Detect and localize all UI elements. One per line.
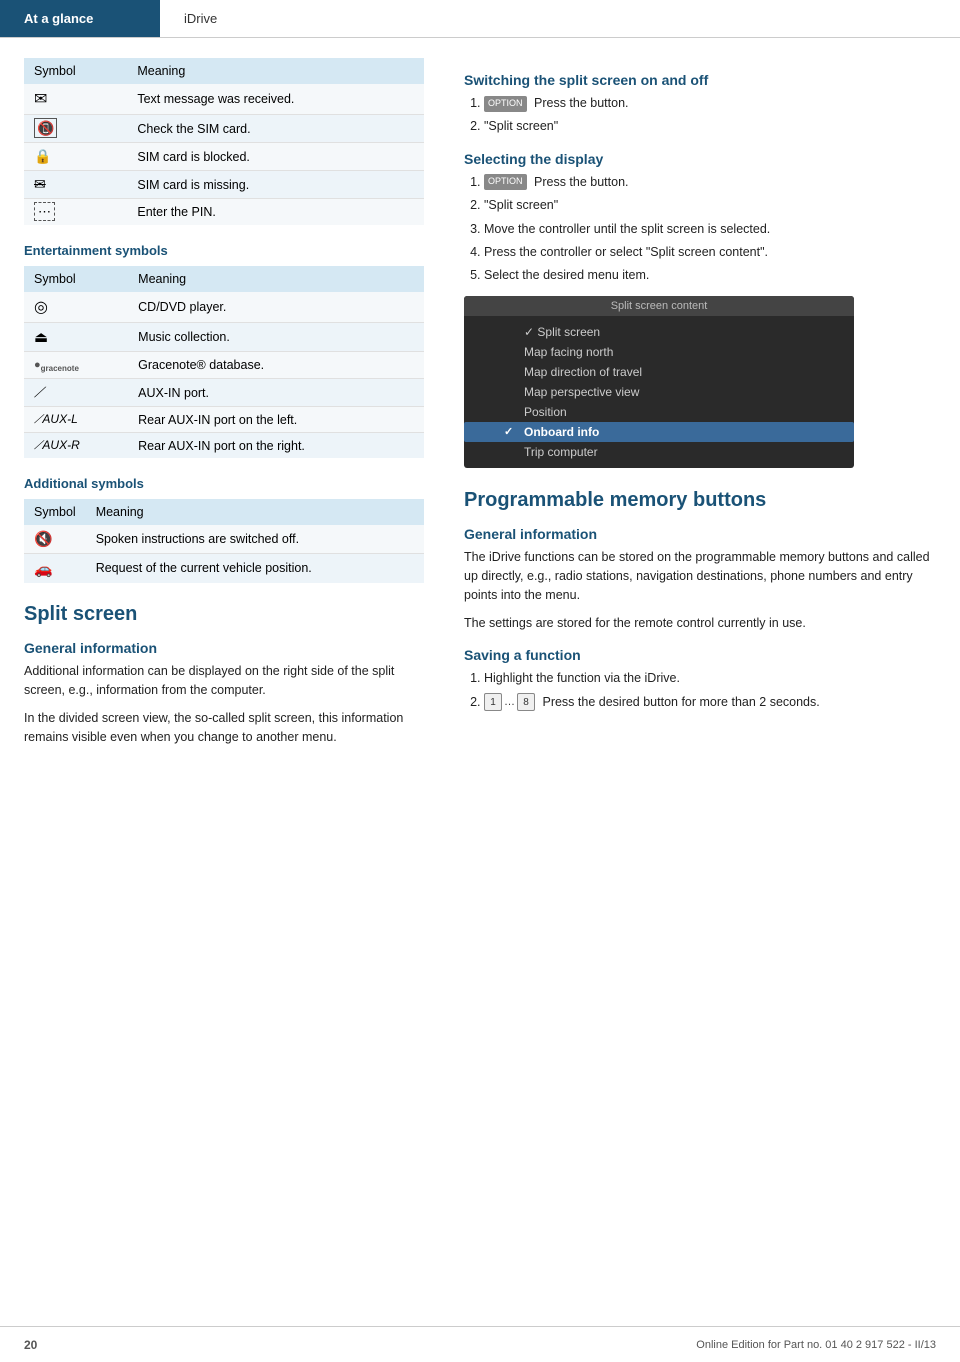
split-screen-heading: Split screen (24, 603, 424, 626)
table-row: ◎ CD/DVD player. (24, 292, 424, 323)
entertainment-symbols-heading: Entertainment symbols (24, 243, 424, 258)
split-screen-text1: Additional information can be displayed … (24, 662, 424, 701)
meaning-cell: Rear AUX-IN port on the right. (128, 433, 424, 459)
meaning-cell: Gracenote® database. (128, 352, 424, 379)
split-screen-menu-title: Split screen content (464, 296, 854, 316)
table-row: ⟋AUX-L Rear AUX-IN port on the left. (24, 407, 424, 433)
table-row: ⟋AUX-R Rear AUX-IN port on the right. (24, 433, 424, 459)
additional-symbols-heading: Additional symbols (24, 476, 424, 491)
menu-item-map-direction: Map direction of travel (464, 362, 854, 382)
switching-steps-list: OPTION Press the button. "Split screen" (464, 94, 936, 137)
memory-button-icon: 1 … 8 (484, 693, 535, 711)
meaning-cell: Request of the current vehicle position. (86, 554, 424, 583)
header-tab-idrive[interactable]: iDrive (160, 0, 241, 37)
table-row: ✉ SIM card is missing. (24, 171, 424, 199)
table-row: 🔒 SIM card is blocked. (24, 143, 424, 171)
symbol-cell: ⟋ (24, 379, 128, 407)
header-tab-at-a-glance[interactable]: At a glance (0, 0, 160, 37)
table-row: ✉ Text message was received. (24, 84, 424, 115)
table-row: 🚗 Request of the current vehicle positio… (24, 554, 424, 583)
table-row: ⋯ Enter the PIN. (24, 199, 424, 226)
menu-item-trip-computer: Trip computer (464, 442, 854, 462)
symbol-cell: ◎ (24, 292, 128, 323)
meaning-cell: CD/DVD player. (128, 292, 424, 323)
col-meaning: Meaning (86, 499, 424, 525)
meaning-cell: Check the SIM card. (127, 115, 424, 143)
selecting-display-heading: Selecting the display (464, 151, 936, 167)
symbol-cell: 🔒 (24, 143, 127, 171)
saving-function-heading: Saving a function (464, 647, 936, 663)
col-symbol: Symbol (24, 266, 128, 292)
menu-item-split-screen: ✓ Split screen (464, 322, 854, 342)
menu-item-position: Position (464, 402, 854, 422)
symbol-cell: ●gracenote (24, 352, 128, 379)
symbol-cell: ✉ (24, 84, 127, 115)
footer: 20 Online Edition for Part no. 01 40 2 9… (0, 1326, 960, 1362)
col-symbol: Symbol (24, 499, 86, 525)
col-meaning: Meaning (127, 58, 424, 84)
programmable-text1: The iDrive functions can be stored on th… (464, 548, 936, 606)
meaning-cell: SIM card is missing. (127, 171, 424, 199)
meaning-cell: Text message was received. (127, 84, 424, 115)
meaning-cell: Rear AUX-IN port on the left. (128, 407, 424, 433)
list-item: Highlight the function via the iDrive. (484, 669, 936, 688)
menu-item-map-north: Map facing north (464, 342, 854, 362)
list-item: OPTION Press the button. (484, 173, 936, 192)
meaning-cell: Spoken instructions are switched off. (86, 525, 424, 554)
menu-item-onboard-info: ✓ Onboard info (464, 422, 854, 442)
meaning-cell: Music collection. (128, 323, 424, 352)
symbol-cell: ⏏ (24, 323, 128, 352)
symbol-cell: 🚗 (24, 554, 86, 583)
split-screen-menu-image: Split screen content ✓ Split screen Map … (464, 296, 854, 468)
table-row: ⏏ Music collection. (24, 323, 424, 352)
saving-steps-list: Highlight the function via the iDrive. 1… (464, 669, 936, 712)
symbols-table: Symbol Meaning ✉ Text message was receiv… (24, 58, 424, 225)
list-item: "Split screen" (484, 196, 936, 215)
table-row: 🔇 Spoken instructions are switched off. (24, 525, 424, 554)
list-item: Press the controller or select "Split sc… (484, 243, 936, 262)
footer-right-text: Online Edition for Part no. 01 40 2 917 … (696, 1339, 936, 1351)
col-symbol: Symbol (24, 58, 127, 84)
option-button-icon-2: OPTION (484, 174, 527, 190)
additional-table: Symbol Meaning 🔇 Spoken instructions are… (24, 499, 424, 583)
menu-item-map-perspective: Map perspective view (464, 382, 854, 402)
table-row: ⟋ AUX-IN port. (24, 379, 424, 407)
list-item: Select the desired menu item. (484, 266, 936, 285)
right-column: Switching the split screen on and off OP… (454, 58, 936, 755)
option-button-icon: OPTION (484, 96, 527, 112)
list-item: 1 … 8 Press the desired button for more … (484, 693, 936, 712)
meaning-cell: AUX-IN port. (128, 379, 424, 407)
symbol-cell: 🔇 (24, 525, 86, 554)
list-item: "Split screen" (484, 117, 936, 136)
split-screen-text2: In the divided screen view, the so-calle… (24, 709, 424, 748)
meaning-cell: Enter the PIN. (127, 199, 424, 226)
programmable-text2: The settings are stored for the remote c… (464, 614, 936, 633)
entertainment-table: Symbol Meaning ◎ CD/DVD player. ⏏ Music … (24, 266, 424, 458)
col-meaning: Meaning (128, 266, 424, 292)
selecting-steps-list: OPTION Press the button. "Split screen" … (464, 173, 936, 286)
symbol-cell: ⋯ (24, 199, 127, 226)
programmable-general-heading: General information (464, 526, 936, 542)
meaning-cell: SIM card is blocked. (127, 143, 424, 171)
symbol-cell: ⟋AUX-L (24, 407, 128, 433)
symbol-cell: ✉ (24, 171, 127, 199)
symbol-cell: 📵 (24, 115, 127, 143)
list-item: Move the controller until the split scre… (484, 220, 936, 239)
left-column: Symbol Meaning ✉ Text message was receiv… (24, 58, 454, 755)
programmable-heading: Programmable memory buttons (464, 488, 936, 512)
symbol-cell: ⟋AUX-R (24, 433, 128, 459)
split-screen-menu-list: ✓ Split screen Map facing north Map dire… (464, 316, 854, 468)
table-row: 📵 Check the SIM card. (24, 115, 424, 143)
switching-heading: Switching the split screen on and off (464, 72, 936, 88)
main-content: Symbol Meaning ✉ Text message was receiv… (0, 38, 960, 775)
page-number: 20 (24, 1338, 37, 1352)
list-item: OPTION Press the button. (484, 94, 936, 113)
header: At a glance iDrive (0, 0, 960, 38)
table-row: ●gracenote Gracenote® database. (24, 352, 424, 379)
split-screen-general-heading: General information (24, 640, 424, 656)
